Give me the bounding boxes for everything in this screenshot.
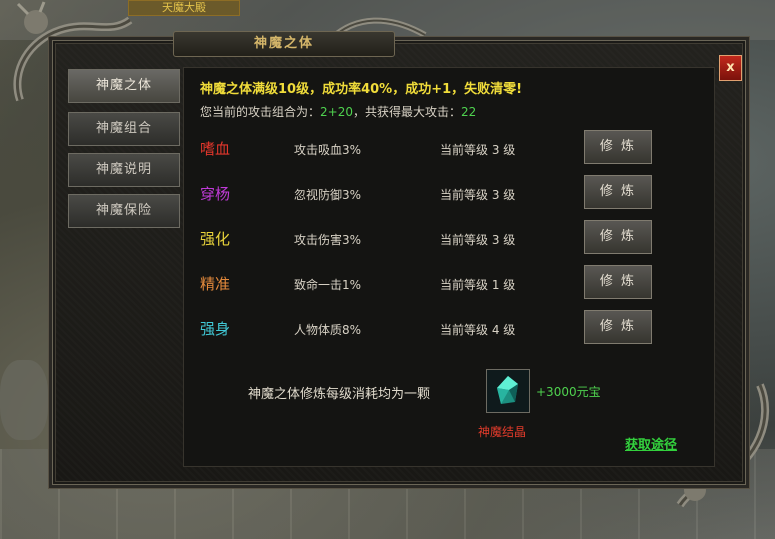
train-button-fortify[interactable]: 修 炼: [584, 310, 652, 344]
skill-name-bloodthirst: 嗜血: [200, 140, 231, 158]
attack-max-value: 22: [461, 105, 477, 119]
train-button-empower[interactable]: 修 炼: [584, 220, 652, 254]
menu-item-shenmo-body[interactable]: 神魔之体: [68, 69, 180, 103]
skill-level-precision: 当前等级 1 级: [440, 278, 516, 292]
crystal-item-slot[interactable]: [486, 369, 530, 413]
headline-text: 神魔之体满级10级，成功率40%，成功+1，失败清零!: [200, 82, 523, 97]
panel-title-bar: 神魔之体: [173, 31, 395, 57]
skill-desc-pierce: 忽视防御3%: [294, 188, 362, 202]
skill-desc-bloodthirst: 攻击吸血3%: [294, 143, 362, 157]
skill-level-pierce: 当前等级 3 级: [440, 188, 516, 202]
skill-desc-fortify: 人物体质8%: [294, 323, 362, 337]
attack-mid: ，共获得最大攻击：: [352, 105, 461, 119]
skill-name-empower: 强化: [200, 230, 231, 248]
acquire-link[interactable]: 获取途径: [625, 434, 677, 453]
train-button-bloodthirst[interactable]: 修 炼: [584, 130, 652, 164]
menu-item-shenmo-insurance[interactable]: 神魔保险: [68, 194, 180, 228]
price-text: +3000元宝: [536, 385, 601, 399]
panel-title: 神魔之体: [253, 36, 314, 51]
gem-icon: [497, 376, 518, 404]
attack-summary: 您当前的攻击组合为：2+20，共获得最大攻击：22: [200, 103, 476, 120]
attack-prefix: 您当前的攻击组合为：: [200, 105, 321, 119]
background-banner: 天魔大殿: [128, 0, 240, 16]
skill-name-fortify: 强身: [200, 320, 231, 338]
skill-desc-precision: 致命一击1%: [294, 278, 362, 292]
menu-item-shenmo-help[interactable]: 神魔说明: [68, 153, 180, 187]
skill-level-fortify: 当前等级 4 级: [440, 323, 516, 337]
skill-level-empower: 当前等级 3 级: [440, 233, 516, 247]
background-banner-text: 天魔大殿: [162, 1, 206, 14]
skill-name-precision: 精准: [200, 275, 231, 293]
train-button-pierce[interactable]: 修 炼: [584, 175, 652, 209]
background-rock: [0, 360, 48, 440]
crystal-name-label: 神魔结晶: [478, 425, 527, 439]
menu-item-shenmo-combo[interactable]: 神魔组合: [68, 112, 180, 146]
skill-desc-empower: 攻击伤害3%: [294, 233, 362, 247]
close-button[interactable]: x: [719, 55, 742, 81]
skill-level-bloodthirst: 当前等级 3 级: [440, 143, 516, 157]
cost-text: 神魔之体修炼每级消耗均为一颗: [248, 387, 431, 402]
attack-combo-value: 2+20: [320, 105, 353, 119]
train-button-precision[interactable]: 修 炼: [584, 265, 652, 299]
skill-name-pierce: 穿杨: [200, 185, 231, 203]
